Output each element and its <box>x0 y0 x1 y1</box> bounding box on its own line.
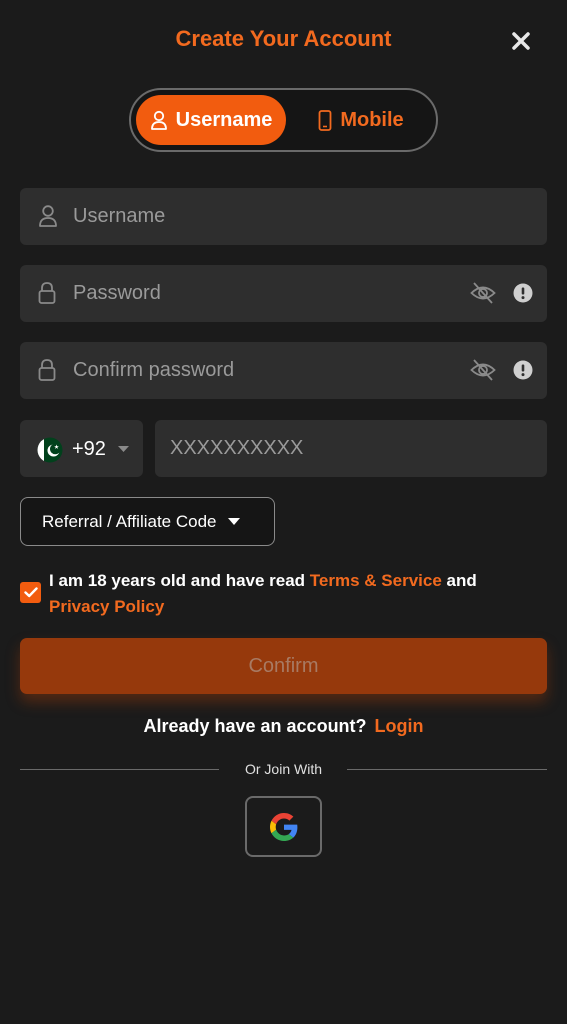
username-input[interactable] <box>73 188 453 245</box>
eye-off-icon[interactable] <box>470 358 496 382</box>
country-code-value: +92 <box>72 438 106 460</box>
tab-username-label: Username <box>175 108 273 131</box>
close-icon <box>512 32 530 50</box>
pakistan-flag-icon <box>37 437 63 463</box>
privacy-link[interactable]: Privacy Policy <box>49 597 164 616</box>
password-input[interactable] <box>73 265 453 322</box>
signup-mode-toggle: Username Mobile <box>129 88 438 152</box>
user-icon <box>39 205 57 227</box>
country-code-select[interactable]: +92 <box>20 420 143 477</box>
close-button[interactable] <box>507 27 535 55</box>
lock-icon <box>38 359 56 381</box>
referral-code-dropdown[interactable]: Referral / Affiliate Code <box>20 497 275 546</box>
agreement-text: I am 18 years old and have read Terms & … <box>49 568 539 620</box>
agree-checkbox[interactable] <box>20 582 41 603</box>
google-login-button[interactable] <box>245 796 322 857</box>
agreement-text-and: and <box>441 571 477 590</box>
have-account-text: Already have an account? <box>143 716 367 736</box>
divider-right <box>347 769 547 770</box>
agreement-text-start: I am 18 years old and have read <box>49 571 310 590</box>
username-field-container <box>20 188 547 245</box>
alert-icon[interactable] <box>513 360 533 380</box>
user-icon <box>150 110 167 130</box>
login-prompt: Already have an account? Login <box>0 716 567 737</box>
tab-username[interactable]: Username <box>136 95 286 145</box>
chevron-down-icon <box>118 446 129 452</box>
tab-mobile[interactable]: Mobile <box>291 95 431 145</box>
caret-down-icon <box>227 518 240 525</box>
terms-link[interactable]: Terms & Service <box>310 571 442 590</box>
phone-input[interactable] <box>170 420 530 477</box>
login-link[interactable]: Login <box>375 716 424 736</box>
confirm-button[interactable]: Confirm <box>20 638 547 694</box>
referral-code-label: Referral / Affiliate Code <box>42 511 217 531</box>
lock-icon <box>38 282 56 304</box>
alert-icon[interactable] <box>513 283 533 303</box>
confirm-password-field-container <box>20 342 547 399</box>
page-title: Create Your Account <box>175 26 392 51</box>
password-field-container <box>20 265 547 322</box>
confirm-password-input[interactable] <box>73 342 453 399</box>
eye-off-icon[interactable] <box>470 281 496 305</box>
google-icon <box>269 812 297 841</box>
tab-mobile-label: Mobile <box>340 108 404 131</box>
phone-icon <box>318 109 332 131</box>
phone-field-container <box>155 420 547 477</box>
checkmark-icon <box>23 587 38 598</box>
